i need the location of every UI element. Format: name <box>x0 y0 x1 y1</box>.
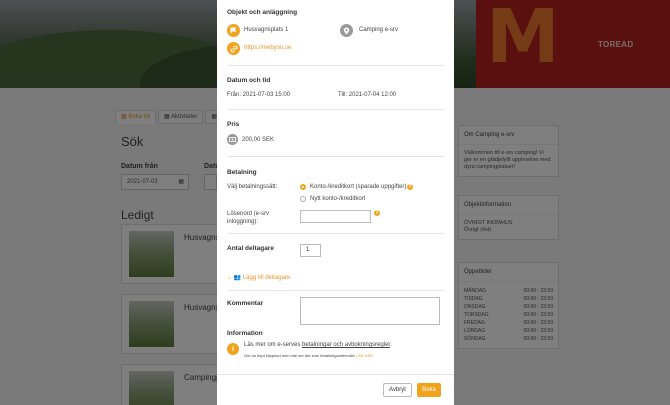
participants-section-title: Antal deltagare <box>227 245 274 252</box>
facility-name: Camping e-srv <box>359 27 399 33</box>
cancel-button[interactable]: Avbryt <box>383 383 412 397</box>
chevron-down-icon: ⌄ <box>227 275 234 281</box>
payment-option-saved-radio[interactable] <box>300 184 306 190</box>
users-icon: 👥 <box>233 275 243 281</box>
comment-section-title: Kommentar <box>227 300 264 307</box>
participants-count-input[interactable]: 1 <box>300 244 321 257</box>
help-icon[interactable]: ? <box>374 210 380 216</box>
flag-icon <box>227 24 240 37</box>
payment-option-saved-label[interactable]: Konto-/kreditkort (sparade uppgifter) <box>310 184 406 190</box>
website-link[interactable]: https://mebyou.se <box>244 45 291 51</box>
location-pin-icon <box>340 24 353 37</box>
comment-textarea[interactable] <box>300 297 440 325</box>
price-value: 200,00 SEK <box>242 137 275 143</box>
help-icon[interactable]: ? <box>407 184 413 190</box>
read-here-link[interactable]: LÄS HÄR. <box>356 353 374 358</box>
price-section-title: Pris <box>227 121 240 128</box>
footer-divider <box>217 374 454 375</box>
datetime-to: Till: 2021-07-04 12:00 <box>338 92 397 98</box>
booking-modal: Objekt och anläggning Husvagnsplats 1 Ca… <box>217 0 454 405</box>
info-icon: i <box>227 343 239 355</box>
link-icon <box>227 42 240 55</box>
info-small-text: Om du köpt klippkort men inte ser det so… <box>244 353 375 358</box>
datetime-from: Från: 2021-07-03 15:00 <box>227 92 291 98</box>
section-divider <box>227 290 444 291</box>
object-section-title: Objekt och anläggning <box>227 9 298 16</box>
datetime-section-title: Datum och tid <box>227 77 271 84</box>
payment-option-new-label[interactable]: Nytt konto-/kreditkort <box>310 196 365 202</box>
payment-rules-link[interactable]: betalningar och avbokningsregler <box>302 342 390 348</box>
section-divider <box>227 233 444 234</box>
password-label: Lösenord (e-srv inloggning): <box>227 211 270 225</box>
book-button[interactable]: Boka <box>417 383 441 397</box>
add-participant-toggle[interactable]: ⌄ 👥 Lägg till deltagare <box>227 274 290 281</box>
payment-section-title: Betalning <box>227 169 257 176</box>
info-text: Läs mer om e-serves betalningar och avbo… <box>244 342 392 348</box>
section-divider <box>227 109 444 110</box>
section-divider <box>227 156 444 157</box>
info-section-title: Information <box>227 330 263 337</box>
object-name: Husvagnsplats 1 <box>244 27 289 33</box>
section-divider <box>227 65 444 66</box>
money-icon <box>227 134 238 145</box>
password-input[interactable] <box>300 210 371 223</box>
payment-method-label: Välj betalningssätt: <box>227 184 278 190</box>
payment-option-new-radio[interactable] <box>300 196 306 202</box>
